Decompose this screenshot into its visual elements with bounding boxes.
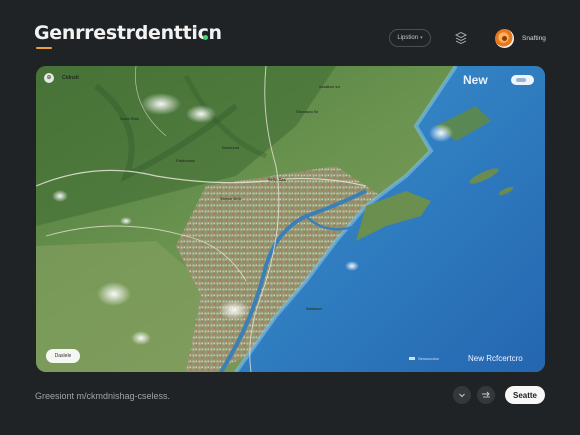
place-label: Ssda Slas — [120, 116, 139, 121]
place-label: Snatonn — [306, 306, 322, 311]
scale-badge[interactable]: Daslele — [46, 349, 80, 363]
swap-icon — [482, 391, 490, 398]
title-underline — [36, 47, 52, 49]
user-menu[interactable]: Snafting — [495, 28, 546, 48]
legend-swatch — [409, 357, 415, 360]
layers-icon[interactable] — [453, 31, 469, 45]
map-overlay: ⊕ Cidnslt Ssda Slas Stoaisoo Sr Dobnssd … — [36, 66, 545, 372]
location-dropdown[interactable]: Lipstion ▾ — [389, 29, 431, 47]
compass-icon[interactable]: ⊕ — [44, 73, 54, 83]
place-label: Dobnssd — [222, 145, 240, 150]
chevron-down-icon — [459, 393, 465, 398]
user-name: Snafting — [522, 34, 546, 42]
page-title: Genrrestrdentticn — [34, 22, 222, 44]
avatar — [495, 28, 514, 48]
place-label: Fladorsas — [176, 158, 195, 163]
app-header: Genrrestrdentticn Lipstion ▾ Snafting — [0, 0, 580, 62]
locate-button[interactable] — [477, 386, 495, 404]
place-label: Seiin Sas — [268, 177, 286, 182]
zoom-out-button[interactable] — [453, 386, 471, 404]
location-label: Lipstion — [397, 35, 419, 41]
status-indicator — [203, 35, 208, 40]
place-label: Stoaisoo Sr — [296, 109, 319, 114]
footer-description: Greesiont m/ckmdnishag-cseless. — [35, 391, 171, 401]
place-label: Ssiron Snlr — [220, 196, 242, 201]
place-label: sssdion sn — [319, 84, 340, 89]
region-label: New Rcfcertcro — [468, 354, 523, 363]
legend-text: Seosocoioo — [418, 356, 439, 361]
new-label: New — [463, 73, 488, 87]
map-view[interactable]: ⊕ Cidnslt Ssda Slas Stoaisoo Sr Dobnssd … — [36, 66, 545, 372]
search-button[interactable]: Seatte — [505, 386, 545, 404]
map-toggle[interactable] — [511, 75, 534, 85]
map-title: Cidnslt — [62, 75, 79, 81]
chevron-down-icon: ▾ — [420, 35, 423, 41]
map-legend: Seosocoioo — [409, 356, 439, 361]
